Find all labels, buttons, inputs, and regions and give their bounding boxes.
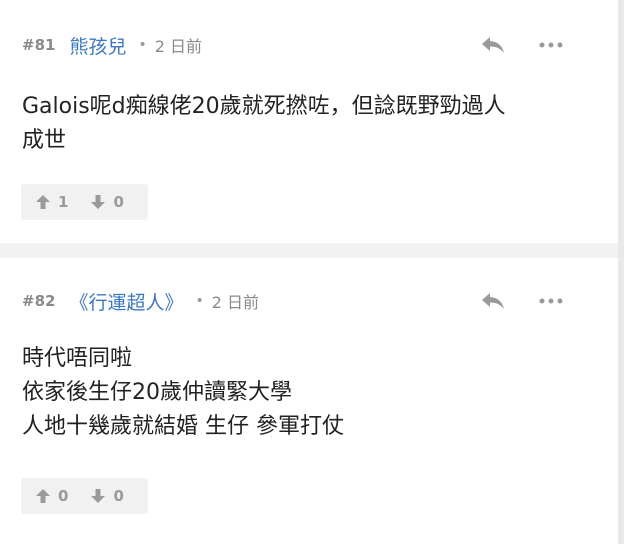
- post-number: #82: [22, 292, 56, 310]
- arrow-up-icon: [36, 489, 50, 503]
- upvote-button[interactable]: 0: [35, 487, 68, 505]
- more-icon: [539, 298, 563, 304]
- reply-icon: [482, 293, 504, 309]
- more-icon: [539, 42, 563, 48]
- author-name[interactable]: 《行運超人》: [69, 288, 183, 315]
- post-time: 2 日前: [154, 37, 203, 56]
- post-time: 2 日前: [211, 293, 260, 312]
- upvote-button[interactable]: 1: [35, 193, 68, 211]
- post-header: #81 熊孩兒 • 2 日前: [22, 30, 596, 60]
- vote-bar: 1 0: [21, 184, 148, 220]
- vote-bar: 0 0: [21, 478, 148, 514]
- downvote-count: 0: [113, 193, 124, 211]
- downvote-button[interactable]: 0: [90, 487, 124, 505]
- separator-dot: •: [138, 37, 147, 53]
- arrow-up-icon: [36, 195, 50, 209]
- downvote-button[interactable]: 0: [90, 193, 124, 211]
- author-name[interactable]: 熊孩兒: [69, 32, 126, 59]
- post-header: #82 《行運超人》 • 2 日前: [22, 286, 596, 316]
- downvote-count: 0: [113, 487, 124, 505]
- post-content: 時代唔同啦 依家後生仔20歲仲讀緊大學 人地十幾歲就結婚 生仔 參軍打仗: [22, 346, 344, 439]
- reply-button[interactable]: [478, 286, 508, 316]
- post-content: Galois呢d痴線佬20歲就死撚咗，但諗既野勁過人 成世: [22, 94, 506, 153]
- post-actions: [478, 30, 566, 60]
- more-button[interactable]: [536, 286, 566, 316]
- arrow-down-icon: [91, 195, 106, 209]
- reply-icon: [482, 37, 504, 53]
- separator-dot: •: [195, 293, 204, 309]
- scrollbar-track: [618, 0, 624, 544]
- upvote-count: 1: [58, 193, 69, 211]
- post-number: #81: [22, 36, 56, 54]
- more-button[interactable]: [536, 30, 566, 60]
- post-actions: [478, 286, 566, 316]
- comment-post: #81 熊孩兒 • 2 日前 Galois呢d痴線佬20歲就死撚咗，但諗既野勁過…: [0, 0, 618, 243]
- arrow-down-icon: [91, 489, 106, 503]
- comment-post: #82 《行運超人》 • 2 日前 時代唔同啦 依家後生仔20歲仲讀緊大學 人地…: [0, 258, 618, 544]
- reply-button[interactable]: [478, 30, 508, 60]
- upvote-count: 0: [58, 487, 69, 505]
